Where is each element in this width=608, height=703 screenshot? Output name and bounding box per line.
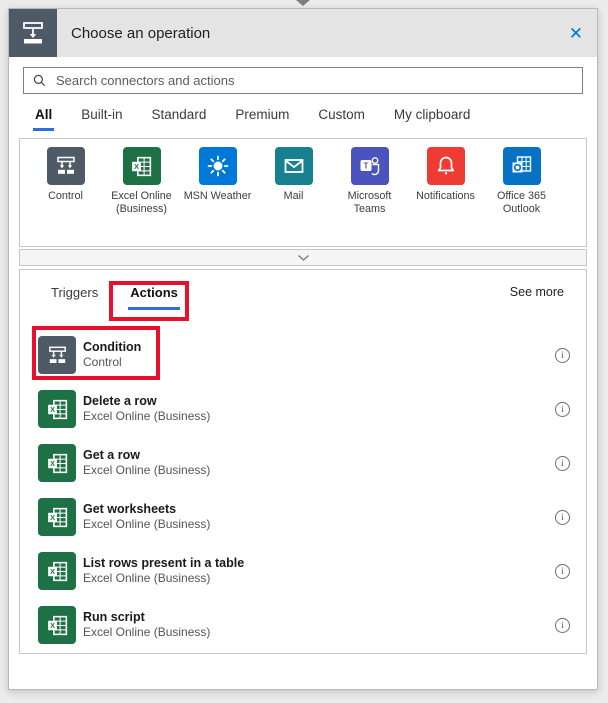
connector-tile-msn-weather[interactable]: MSN Weather <box>181 147 254 203</box>
outlook-icon <box>502 147 541 185</box>
teams-icon: T <box>350 147 389 185</box>
svg-text:T: T <box>363 162 368 171</box>
results-tabs: Triggers Actions <box>47 285 206 310</box>
excel-icon: X <box>38 498 76 536</box>
tab-premium[interactable]: Premium <box>235 107 289 131</box>
operation-row-condition[interactable]: Condition Control i <box>20 328 586 382</box>
operation-title: Get worksheets <box>83 502 177 516</box>
svg-text:X: X <box>50 513 55 522</box>
operation-texts: Get worksheets Excel Online (Business) <box>83 502 210 532</box>
operation-row-list-rows-present-in-a-table[interactable]: X List rows present in a table Excel Onlin… <box>20 544 586 598</box>
dialog-title: Choose an operation <box>71 24 211 42</box>
search-input[interactable] <box>54 72 574 89</box>
svg-text:X: X <box>50 459 55 468</box>
connector-label: Mail <box>283 190 304 202</box>
svg-text:X: X <box>50 567 55 576</box>
operation-texts: List rows present in a table Excel Online… <box>83 556 244 586</box>
search-box[interactable] <box>23 67 583 94</box>
info-icon[interactable]: i <box>555 347 570 363</box>
connector-label: Notifications <box>416 190 475 202</box>
connector-grid: Control X Excel Online (Business) MSN Wea… <box>19 138 587 247</box>
operation-texts: Get a row Excel Online (Business) <box>83 448 210 478</box>
info-icon[interactable]: i <box>555 509 570 525</box>
operation-subtitle: Excel Online (Business) <box>83 625 211 639</box>
info-icon[interactable]: i <box>555 401 570 417</box>
collapse-bar[interactable] <box>19 249 587 266</box>
connector-tile-office-365-outlook[interactable]: Office 365 Outlook <box>485 147 558 216</box>
svg-text:X: X <box>134 162 139 171</box>
connector-label: MSN Weather <box>183 190 252 202</box>
connector-tile-mail[interactable]: Mail <box>257 147 330 203</box>
operation-row-get-a-row[interactable]: X Get a row Excel Online (Business) i <box>20 436 586 490</box>
tab-standard[interactable]: Standard <box>152 107 207 131</box>
dialog-header: Choose an operation <box>9 9 597 57</box>
excel-icon: X <box>38 552 76 590</box>
excel-icon: X <box>38 606 76 644</box>
weather-sun-icon <box>198 147 237 185</box>
info-icon[interactable]: i <box>555 563 570 579</box>
operation-texts: Run script Excel Online (Business) <box>83 610 210 640</box>
category-tabs: All Built-in Standard Premium Custom My clipb… <box>32 107 597 131</box>
notification-bell-icon <box>426 147 465 185</box>
excel-icon: X <box>38 444 76 482</box>
excel-icon: X <box>38 390 76 428</box>
see-more-link[interactable]: See more <box>510 285 564 299</box>
close-icon[interactable] <box>569 25 583 42</box>
connector-tile-microsoft-teams[interactable]: T Microsoft Teams <box>333 147 406 216</box>
results-header: Triggers Actions See more <box>20 270 586 310</box>
operation-title: Run script <box>83 610 145 624</box>
connector-label: Excel Online (Business) <box>111 190 172 215</box>
tab-built-in[interactable]: Built-in <box>81 107 122 131</box>
operation-row-run-script[interactable]: X Run script Excel Online (Business) i <box>20 598 586 652</box>
operation-subtitle: Excel Online (Business) <box>83 463 211 477</box>
operation-subtitle: Excel Online (Business) <box>83 571 211 585</box>
info-icon[interactable]: i <box>555 617 570 633</box>
excel-icon: X <box>122 147 161 185</box>
svg-text:X: X <box>50 621 55 630</box>
operation-texts: Condition Control <box>83 340 141 370</box>
operation-subtitle: Control <box>83 355 122 369</box>
tab-triggers[interactable]: Triggers <box>47 285 102 310</box>
control-icon <box>38 336 76 374</box>
operation-row-get-worksheets[interactable]: X Get worksheets Excel Online (Business) i <box>20 490 586 544</box>
connector-tile-notifications[interactable]: Notifications <box>409 147 482 203</box>
operation-list: Condition Control i X Delete a row Excel Onl… <box>20 328 586 652</box>
connector-label: Control <box>48 190 83 202</box>
connector-label: Office 365 Outlook <box>496 190 547 215</box>
tab-my-clipboard[interactable]: My clipboard <box>394 107 471 131</box>
operation-subtitle: Excel Online (Business) <box>83 517 211 531</box>
svg-text:X: X <box>50 405 55 414</box>
info-icon[interactable]: i <box>555 455 570 471</box>
mail-envelope-icon <box>274 147 313 185</box>
operation-title: List rows present in a table <box>83 556 245 570</box>
search-icon <box>33 74 46 87</box>
tab-actions[interactable]: Actions <box>126 285 182 310</box>
connector-tile-excel-online-business[interactable]: X Excel Online (Business) <box>105 147 178 216</box>
results-panel: Triggers Actions See more Condition Contro… <box>19 269 587 654</box>
connector-tile-control[interactable]: Control <box>29 147 102 203</box>
tab-custom[interactable]: Custom <box>318 107 365 131</box>
operation-row-delete-a-row[interactable]: X Delete a row Excel Online (Business) i <box>20 382 586 436</box>
operation-title: Condition <box>83 340 142 354</box>
flow-connector-arrow-icon <box>296 0 310 6</box>
chevron-down-icon <box>297 254 309 261</box>
operation-title: Get a row <box>83 448 140 462</box>
control-connector-icon <box>9 9 57 57</box>
operation-subtitle: Excel Online (Business) <box>83 409 211 423</box>
operation-title: Delete a row <box>83 394 157 408</box>
connector-label: Microsoft Teams <box>347 190 392 215</box>
operation-texts: Delete a row Excel Online (Business) <box>83 394 210 424</box>
control-icon <box>46 147 85 185</box>
choose-operation-dialog: Choose an operation All Built-in Standard P… <box>8 8 598 690</box>
tab-all[interactable]: All <box>32 107 55 131</box>
